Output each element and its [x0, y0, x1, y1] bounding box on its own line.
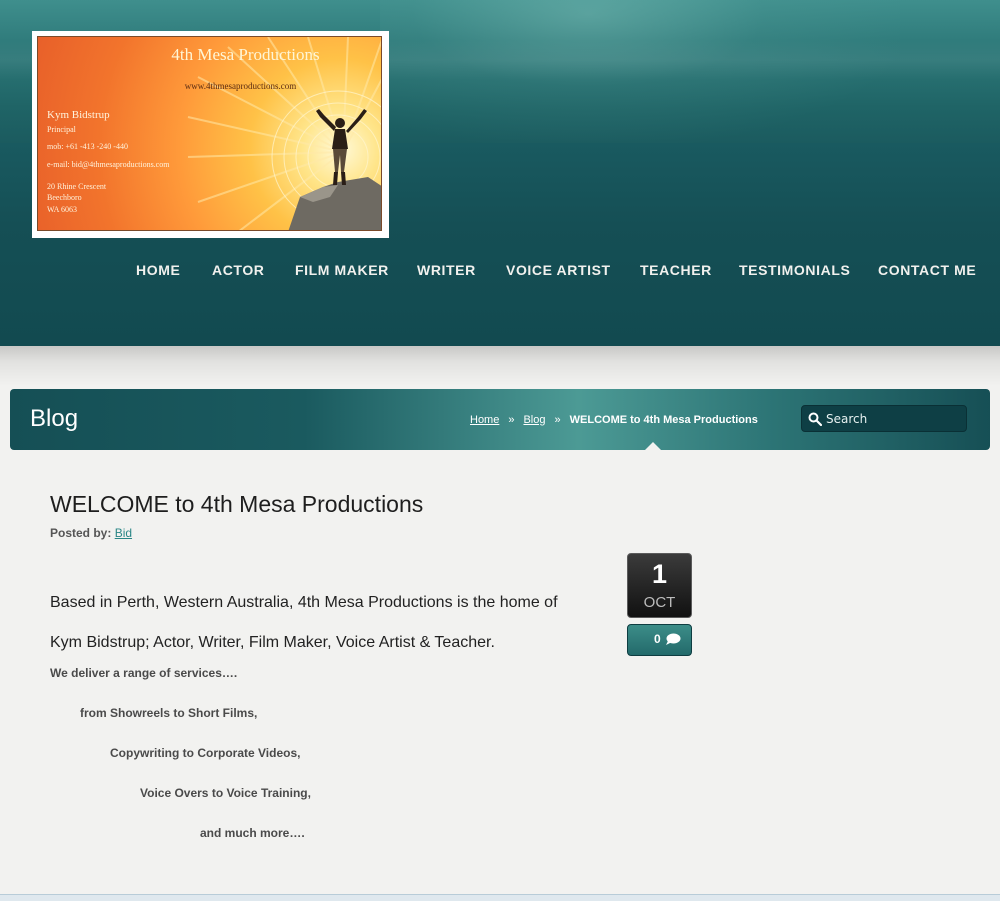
logo-address-line3: WA 6063: [47, 205, 77, 214]
post-author-link[interactable]: Bid: [115, 526, 132, 540]
logo-card-image: 4th Mesa Productions www.4thmesaproducti…: [37, 36, 382, 231]
post-paragraph-line-2: Kym Bidstrup; Actor, Writer, Film Maker,…: [50, 634, 495, 651]
title-bar-pointer: [645, 442, 661, 450]
breadcrumb-separator: »: [554, 414, 561, 426]
service-line: Copywriting to Corporate Videos,: [110, 746, 301, 760]
post-paragraph-line-1: Based in Perth, Western Australia, 4th M…: [50, 594, 558, 611]
logo-title: 4th Mesa Productions: [171, 45, 320, 64]
nav-actor[interactable]: ACTOR: [212, 262, 265, 278]
header-shadow: [0, 346, 1000, 386]
search-icon: [808, 412, 822, 426]
nav-writer[interactable]: WRITER: [417, 262, 476, 278]
nav-voice-artist[interactable]: VOICE ARTIST: [506, 262, 611, 278]
breadcrumb-blog[interactable]: Blog: [523, 414, 545, 426]
logo-mobile: mob: +61 -413 -240 -440: [47, 142, 128, 151]
breadcrumb-home[interactable]: Home: [470, 414, 499, 426]
breadcrumb-separator: »: [508, 414, 515, 426]
logo-website: www.4thmesaproductions.com: [184, 81, 297, 91]
post-date-month: OCT: [643, 594, 676, 611]
logo-email: e-mail: bid@4thmesaproductions.com: [47, 160, 170, 169]
logo-address-line2: Beechboro: [47, 193, 82, 202]
main-nav: HOME ACTOR FILM MAKER WRITER VOICE ARTIS…: [0, 262, 1000, 282]
posted-by-label: Posted by:: [50, 526, 112, 540]
service-line: and much more….: [200, 826, 305, 840]
nav-film-maker[interactable]: FILM MAKER: [295, 262, 389, 278]
blog-title-bar: Blog Home » Blog » WELCOME to 4th Mesa Produ…: [10, 389, 990, 450]
nav-teacher[interactable]: TEACHER: [640, 262, 712, 278]
sunburst-illustration: [187, 37, 381, 230]
service-line: We deliver a range of services….: [50, 666, 238, 680]
comment-bubble-icon: [666, 633, 681, 645]
logo-address-line1: 20 Rhine Crescent: [47, 182, 107, 191]
breadcrumb: Home » Blog » WELCOME to 4th Mesa Production…: [470, 414, 758, 426]
logo-person-name: Kym Bidstrup: [47, 109, 110, 121]
logo-person-role: Principal: [47, 125, 76, 134]
search-box[interactable]: [801, 405, 967, 432]
nav-contact-me[interactable]: CONTACT ME: [878, 262, 976, 278]
post-title[interactable]: WELCOME to 4th Mesa Productions: [50, 491, 423, 518]
service-line: Voice Overs to Voice Training,: [140, 786, 311, 800]
post-date-day: 1: [651, 559, 668, 589]
comments-button[interactable]: 0: [627, 624, 692, 656]
post-date-badge: 1 OCT: [627, 553, 692, 618]
nav-home[interactable]: HOME: [136, 262, 180, 278]
breadcrumb-current: WELCOME to 4th Mesa Productions: [569, 414, 758, 426]
logo-business-card[interactable]: 4th Mesa Productions www.4thmesaproducti…: [32, 31, 389, 238]
comment-count: 0: [654, 632, 661, 646]
post-meta: Posted by: Bid: [50, 526, 132, 540]
service-line: from Showreels to Short Films,: [80, 706, 258, 720]
nav-testimonials[interactable]: TESTIMONIALS: [739, 262, 850, 278]
page-title: Blog: [30, 405, 79, 432]
search-input[interactable]: [826, 409, 960, 428]
site-header: 4th Mesa Productions www.4thmesaproducti…: [0, 0, 1000, 346]
